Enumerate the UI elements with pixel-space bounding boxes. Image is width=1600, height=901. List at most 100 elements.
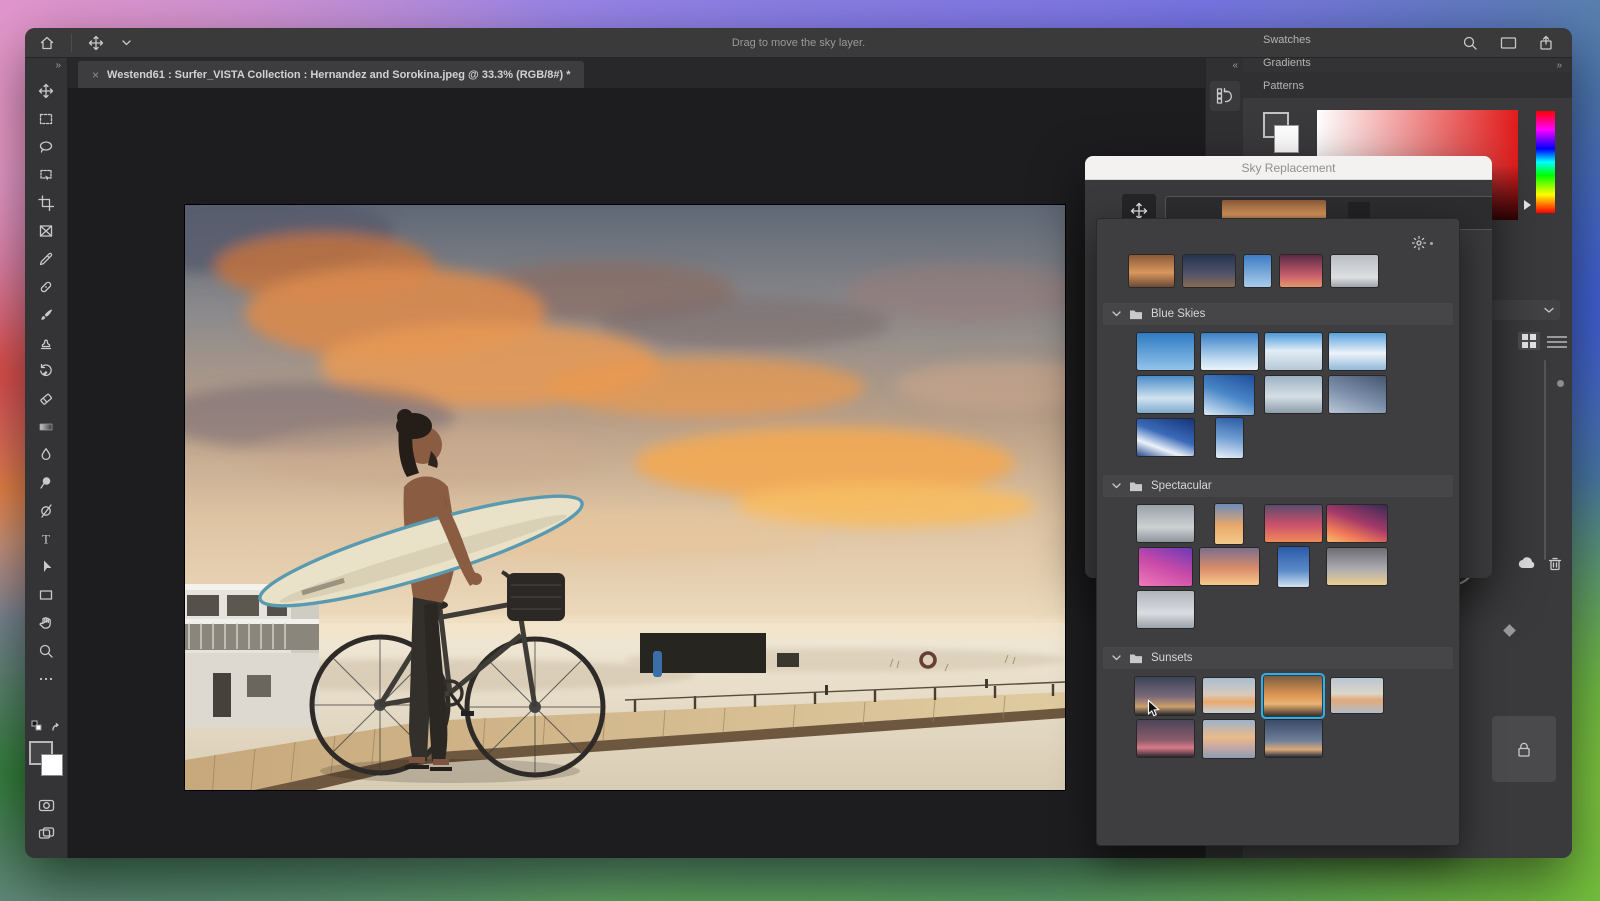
healing-brush-tool[interactable] <box>32 273 60 301</box>
dialog-title: Sky Replacement <box>1241 161 1335 175</box>
sky-thumbnail[interactable] <box>1137 591 1194 628</box>
document-tab[interactable]: × Westend61 : Surfer_VISTA Collection : … <box>78 61 584 88</box>
canvas-area[interactable] <box>68 88 1205 858</box>
sky-thumbnail[interactable] <box>1137 720 1194 757</box>
brush-tool[interactable] <box>32 301 60 329</box>
cloud-sync-icon[interactable] <box>1518 555 1538 574</box>
eyedropper-tool[interactable] <box>32 245 60 273</box>
background-color-swatch[interactable] <box>41 754 63 776</box>
home-icon[interactable] <box>37 33 57 53</box>
sky-thumbnail[interactable] <box>1137 376 1194 413</box>
frame-tool[interactable] <box>32 217 60 245</box>
sky-thumbnail[interactable] <box>1278 547 1309 587</box>
close-tab-icon[interactable]: × <box>92 68 99 82</box>
eraser-tool[interactable] <box>32 385 60 413</box>
sky-thumbnail[interactable] <box>1280 255 1322 287</box>
change-screen-mode-icon[interactable] <box>32 819 60 847</box>
sky-thumbnail[interactable] <box>1329 333 1386 370</box>
hue-slider[interactable] <box>1536 111 1555 213</box>
sky-thumbnail[interactable] <box>1327 505 1387 542</box>
rectangular-marquee-tool[interactable] <box>32 105 60 133</box>
edit-toolbar-icon[interactable] <box>32 665 60 693</box>
zoom-tool[interactable] <box>32 637 60 665</box>
sky-thumbnail[interactable] <box>1203 678 1255 713</box>
options-bar-hint: Drag to move the sky layer. <box>25 37 1572 49</box>
panel-tab[interactable]: Swatches <box>1251 29 1323 52</box>
flyout-gear-button[interactable] <box>1411 235 1433 251</box>
sky-thumbnail[interactable] <box>1200 548 1259 585</box>
dodge-tool[interactable] <box>32 469 60 497</box>
hand-tool[interactable] <box>32 609 60 637</box>
sky-thumbnail[interactable] <box>1215 504 1243 544</box>
lasso-tool[interactable] <box>32 133 60 161</box>
sky-thumbnail[interactable] <box>1331 678 1383 713</box>
swap-colors-icon[interactable] <box>49 719 61 737</box>
foreground-background-swatches[interactable] <box>29 741 63 777</box>
options-separator <box>71 34 72 52</box>
color-panel-swatches[interactable] <box>1263 112 1299 156</box>
hue-slider-marker[interactable] <box>1524 200 1531 210</box>
sky-thumbnail[interactable] <box>1135 677 1195 715</box>
panel-expand-icon[interactable]: » <box>1556 60 1562 71</box>
trash-icon[interactable] <box>1547 555 1563 576</box>
sky-thumbnail[interactable] <box>1327 548 1387 585</box>
sky-group-header-blue-skies[interactable]: Blue Skies <box>1103 303 1453 325</box>
sky-thumbnail[interactable] <box>1183 255 1235 287</box>
layer-lock-tile[interactable] <box>1492 716 1556 782</box>
panel-scrollbar[interactable] <box>1544 360 1546 560</box>
sky-thumbnail[interactable] <box>1265 376 1322 413</box>
sky-thumbnail[interactable] <box>1244 255 1271 287</box>
sky-thumbnail[interactable] <box>1203 720 1255 758</box>
default-colors-icon[interactable] <box>31 719 43 737</box>
sky-thumbnail[interactable] <box>1204 375 1254 415</box>
grid-view-icon[interactable] <box>1518 332 1540 350</box>
sky-thumbnail[interactable] <box>1265 333 1322 370</box>
panel-tab[interactable]: Gradients <box>1251 52 1323 75</box>
move-tool[interactable] <box>32 77 60 105</box>
folder-icon <box>1129 309 1143 320</box>
dock-collapse-icon[interactable]: « <box>1206 58 1243 79</box>
share-icon[interactable] <box>1536 33 1556 53</box>
background-swatch[interactable] <box>1274 125 1299 153</box>
search-icon[interactable] <box>1460 33 1480 53</box>
history-brush-tool[interactable] <box>32 357 60 385</box>
sky-thumbnail[interactable] <box>1137 505 1194 542</box>
preset-size-dropdown[interactable] <box>1484 300 1560 320</box>
blue-skies-grid <box>1133 330 1459 459</box>
list-view-icon[interactable] <box>1547 334 1567 350</box>
move-tool-options-icon[interactable] <box>86 33 106 53</box>
sky-thumbnail[interactable] <box>1129 255 1174 287</box>
sky-thumbnail[interactable] <box>1264 676 1322 716</box>
canvas-photo[interactable] <box>185 205 1065 790</box>
sky-thumbnail[interactable] <box>1201 333 1258 370</box>
spectacular-grid <box>1133 502 1459 631</box>
clone-stamp-tool[interactable] <box>32 329 60 357</box>
rectangle-tool[interactable] <box>32 581 60 609</box>
sky-group-header-sunsets[interactable]: Sunsets <box>1103 647 1453 669</box>
chevron-down-icon[interactable] <box>116 33 136 53</box>
sky-thumbnail[interactable] <box>1137 419 1194 456</box>
type-tool[interactable]: T <box>32 525 60 553</box>
quick-mask-icon[interactable] <box>32 791 60 819</box>
sky-thumbnail[interactable] <box>1265 505 1322 542</box>
recent-skies-row <box>1129 251 1459 287</box>
sky-thumbnail[interactable] <box>1265 720 1322 757</box>
sky-thumbnail[interactable] <box>1216 418 1243 458</box>
panel-tab[interactable]: Patterns <box>1251 75 1323 98</box>
svg-text:T: T <box>42 532 50 547</box>
gradient-tool[interactable] <box>32 413 60 441</box>
crop-tool[interactable] <box>32 189 60 217</box>
sky-thumbnail[interactable] <box>1139 548 1192 586</box>
dialog-titlebar[interactable]: Sky Replacement <box>1085 156 1492 180</box>
history-panel-icon[interactable] <box>1210 81 1240 111</box>
sky-thumbnail[interactable] <box>1137 333 1194 370</box>
screen-mode-icon[interactable] <box>1498 33 1518 53</box>
blur-tool[interactable] <box>32 441 60 469</box>
sky-thumbnail[interactable] <box>1329 376 1386 413</box>
object-selection-tool[interactable] <box>32 161 60 189</box>
toolbar-expand-icon[interactable]: » <box>25 58 67 77</box>
sky-thumbnail[interactable] <box>1331 255 1378 287</box>
pen-tool[interactable] <box>32 497 60 525</box>
path-selection-tool[interactable] <box>32 553 60 581</box>
sky-group-header-spectacular[interactable]: Spectacular <box>1103 475 1453 497</box>
